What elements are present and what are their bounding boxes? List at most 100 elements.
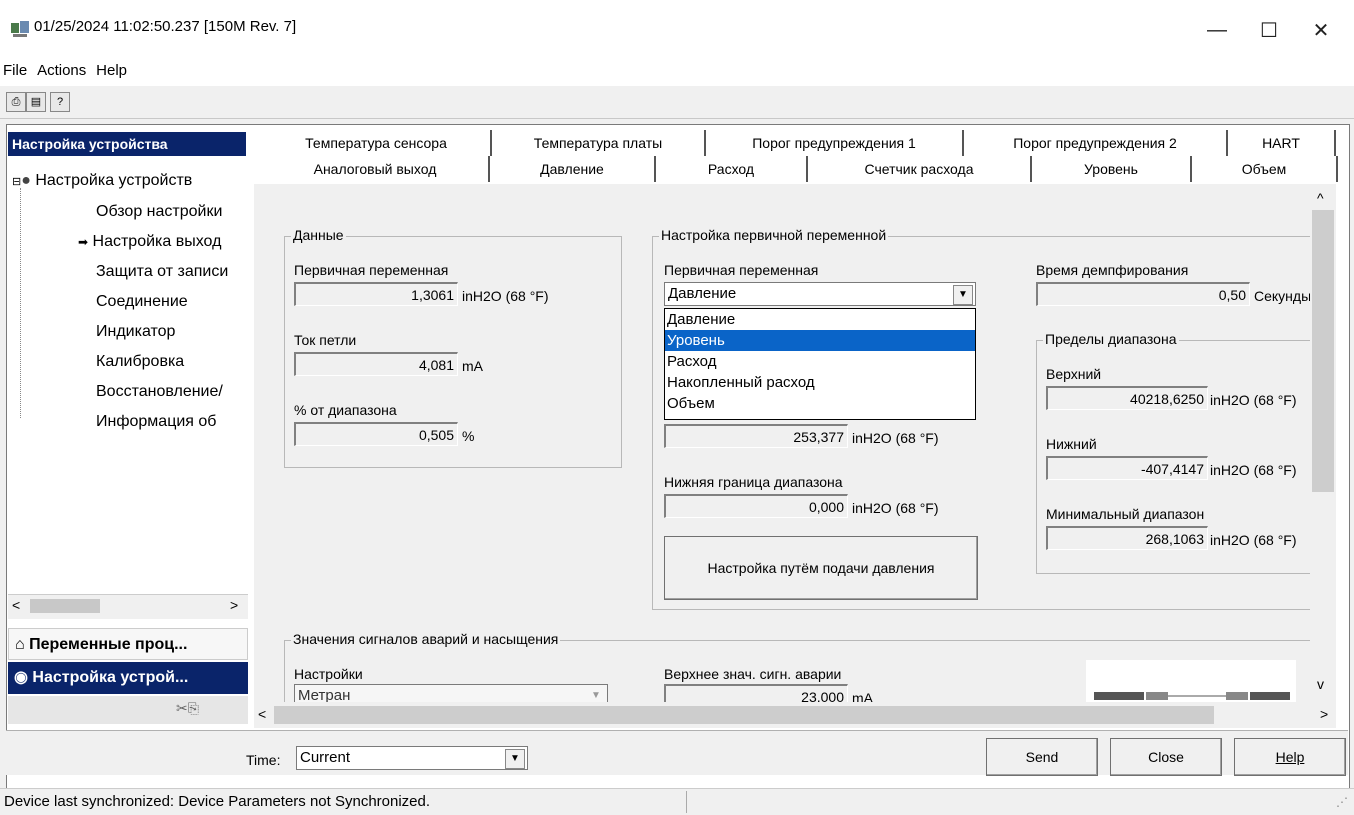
scroll-right-icon[interactable]: > bbox=[1320, 706, 1328, 722]
scroll-left-icon[interactable]: < bbox=[258, 706, 266, 722]
collapse-icon[interactable]: ⊟ bbox=[12, 176, 21, 188]
damping-unit: Секунды bbox=[1254, 288, 1310, 304]
pv-select[interactable]: Давление ▼ bbox=[664, 282, 976, 306]
dropdown-option-selected[interactable]: Уровень bbox=[665, 330, 975, 351]
dropdown-option[interactable]: Расход bbox=[665, 351, 975, 372]
scroll-thumb[interactable] bbox=[30, 599, 100, 613]
limit-lower-unit: inH2O (68 °F) bbox=[1210, 462, 1297, 478]
tab-volume[interactable]: Объем bbox=[1192, 156, 1338, 182]
menu-file[interactable]: File bbox=[0, 58, 30, 83]
tab-flow[interactable]: Расход bbox=[656, 156, 808, 182]
alarm-settings-value: Метран bbox=[298, 687, 351, 702]
send-button[interactable]: Send bbox=[986, 738, 1098, 776]
tab-level[interactable]: Уровень bbox=[1032, 156, 1192, 182]
close-button[interactable]: Close bbox=[1110, 738, 1222, 776]
content-horizontal-scrollbar[interactable]: < > bbox=[254, 702, 1336, 728]
status-text: Device last synchronized: Device Paramet… bbox=[4, 793, 431, 810]
dropdown-option[interactable]: Накопленный расход bbox=[665, 372, 975, 393]
tree-item-overview[interactable]: Обзор настройки bbox=[96, 203, 222, 221]
alarm-level-diagram bbox=[1094, 692, 1290, 700]
alarm-group-title: Значения сигналов аварий и насыщения bbox=[291, 631, 561, 647]
scroll-left-icon[interactable]: < bbox=[12, 597, 20, 613]
tree-item-indicator[interactable]: Индикатор bbox=[96, 323, 175, 341]
menu-help[interactable]: Help bbox=[93, 58, 130, 83]
pv-dropdown-list: Давление Уровень Расход Накопленный расх… bbox=[664, 308, 976, 420]
tree-root[interactable]: ⊟● Настройка устройств bbox=[12, 172, 192, 190]
close-window-button[interactable]: ✕ bbox=[1298, 10, 1344, 50]
tab-flow-counter[interactable]: Счетчик расхода bbox=[808, 156, 1032, 182]
high-alarm-field[interactable]: 23,000 bbox=[664, 684, 848, 702]
app-icon bbox=[10, 20, 30, 38]
tree-root-label: Настройка устройств bbox=[35, 172, 193, 189]
device-tree: ⊟● Настройка устройств Обзор настройки ➡… bbox=[8, 158, 248, 596]
tree-line bbox=[20, 188, 22, 418]
percent-range-label: % от диапазона bbox=[294, 402, 397, 418]
scroll-right-icon[interactable]: > bbox=[230, 597, 238, 613]
tree-item-output-setup-label: Настройка выход bbox=[92, 233, 222, 250]
pv-label: Первичная переменная bbox=[294, 262, 449, 278]
loop-current-unit: mA bbox=[462, 358, 483, 374]
tree-item-output-setup[interactable]: ➡ Настройка выход bbox=[78, 233, 221, 251]
min-span-field: 268,1063 bbox=[1046, 526, 1208, 550]
scroll-down-icon[interactable]: v bbox=[1317, 676, 1324, 692]
dropdown-arrow-icon[interactable]: ▼ bbox=[953, 285, 973, 305]
tree-item-calibration[interactable]: Калибровка bbox=[96, 353, 184, 371]
min-span-label: Минимальный диапазон bbox=[1046, 506, 1205, 522]
maximize-button[interactable]: ☐ bbox=[1246, 10, 1292, 50]
status-divider bbox=[686, 791, 687, 813]
pv-select-label: Первичная переменная bbox=[664, 262, 819, 278]
dropdown-arrow-icon[interactable]: ▼ bbox=[505, 749, 525, 769]
alarm-settings-select[interactable]: Метран ▼ bbox=[294, 684, 608, 702]
window-title: 01/25/2024 11:02:50.237 [150M Rev. 7] bbox=[34, 18, 297, 35]
scroll-up-icon[interactable]: ^ bbox=[1317, 190, 1324, 206]
limit-lower-field: -407,4147 bbox=[1046, 456, 1208, 480]
context-help-icon[interactable]: ? bbox=[50, 92, 70, 112]
print-preview-icon[interactable]: ▤ bbox=[26, 92, 46, 112]
percent-range-unit: % bbox=[462, 428, 475, 444]
tools-icon[interactable]: ✂⎘ bbox=[176, 700, 199, 717]
minimize-button[interactable]: — bbox=[1194, 10, 1240, 50]
dropdown-option[interactable]: Объем bbox=[665, 393, 975, 414]
tab-warning-threshold-2[interactable]: Порог предупреждения 2 bbox=[964, 130, 1228, 156]
damping-field[interactable]: 0,50 bbox=[1036, 282, 1250, 306]
loop-current-field: 4,081 bbox=[294, 352, 458, 376]
resize-grip-icon[interactable]: ⋰ bbox=[1336, 795, 1348, 809]
apply-pressure-button[interactable]: Настройка путём подачи давления bbox=[664, 536, 978, 600]
tree-item-connection[interactable]: Соединение bbox=[96, 293, 188, 311]
vertical-scroll-thumb[interactable] bbox=[1312, 210, 1334, 492]
nav-device-setup[interactable]: ◉ Настройка устрой... bbox=[8, 662, 248, 694]
tab-hart[interactable]: HART bbox=[1228, 130, 1336, 156]
nav-process-variables[interactable]: ⌂ Переменные проц... bbox=[8, 628, 248, 660]
left-panel-header: Настройка устройства bbox=[8, 132, 246, 156]
horizontal-scroll-thumb[interactable] bbox=[274, 706, 1214, 724]
arrow-right-icon: ➡ bbox=[78, 235, 89, 249]
time-select[interactable]: Current ▼ bbox=[296, 746, 528, 770]
tree-item-recovery[interactable]: Восстановление/ bbox=[96, 383, 223, 401]
tab-board-temperature[interactable]: Температура платы bbox=[492, 130, 706, 156]
content-area: Данные Первичная переменная 1,3061 inH2O… bbox=[254, 184, 1310, 702]
help-button[interactable]: Help bbox=[1234, 738, 1346, 776]
tab-sensor-temperature[interactable]: Температура сенсора bbox=[262, 130, 492, 156]
tree-item-write-protect[interactable]: Защита от записи bbox=[96, 263, 228, 281]
tab-pressure[interactable]: Давление bbox=[490, 156, 656, 182]
print-icon[interactable]: ⎙ bbox=[6, 92, 26, 112]
tab-warning-threshold-1[interactable]: Порог предупреждения 1 bbox=[706, 130, 964, 156]
percent-range-field: 0,505 bbox=[294, 422, 458, 446]
lower-range-field[interactable]: 0,000 bbox=[664, 494, 848, 518]
time-label: Time: bbox=[246, 752, 281, 768]
tabs-row-2: Аналоговый выход Давление Расход Счетчик… bbox=[252, 156, 1338, 182]
pv-setup-group-title: Настройка первичной переменной bbox=[659, 227, 889, 243]
device-icon: ● bbox=[21, 172, 31, 189]
dropdown-option[interactable]: Давление bbox=[665, 309, 975, 330]
tab-analog-output[interactable]: Аналоговый выход bbox=[262, 156, 490, 182]
menu-actions[interactable]: Actions bbox=[34, 58, 89, 83]
tree-horizontal-scrollbar[interactable]: < > bbox=[8, 594, 248, 619]
dropdown-arrow-icon[interactable]: ▼ bbox=[587, 687, 605, 702]
nav-footer: ✂⎘ bbox=[8, 696, 248, 724]
content-vertical-scrollbar[interactable]: ^ v bbox=[1310, 184, 1336, 702]
high-alarm-unit: mA bbox=[852, 690, 873, 702]
tree-item-information[interactable]: Информация об bbox=[96, 413, 216, 431]
device-setup-icon: ◉ bbox=[14, 669, 28, 686]
limit-upper-label: Верхний bbox=[1046, 366, 1102, 382]
upper-range-field[interactable]: 253,377 bbox=[664, 424, 848, 448]
